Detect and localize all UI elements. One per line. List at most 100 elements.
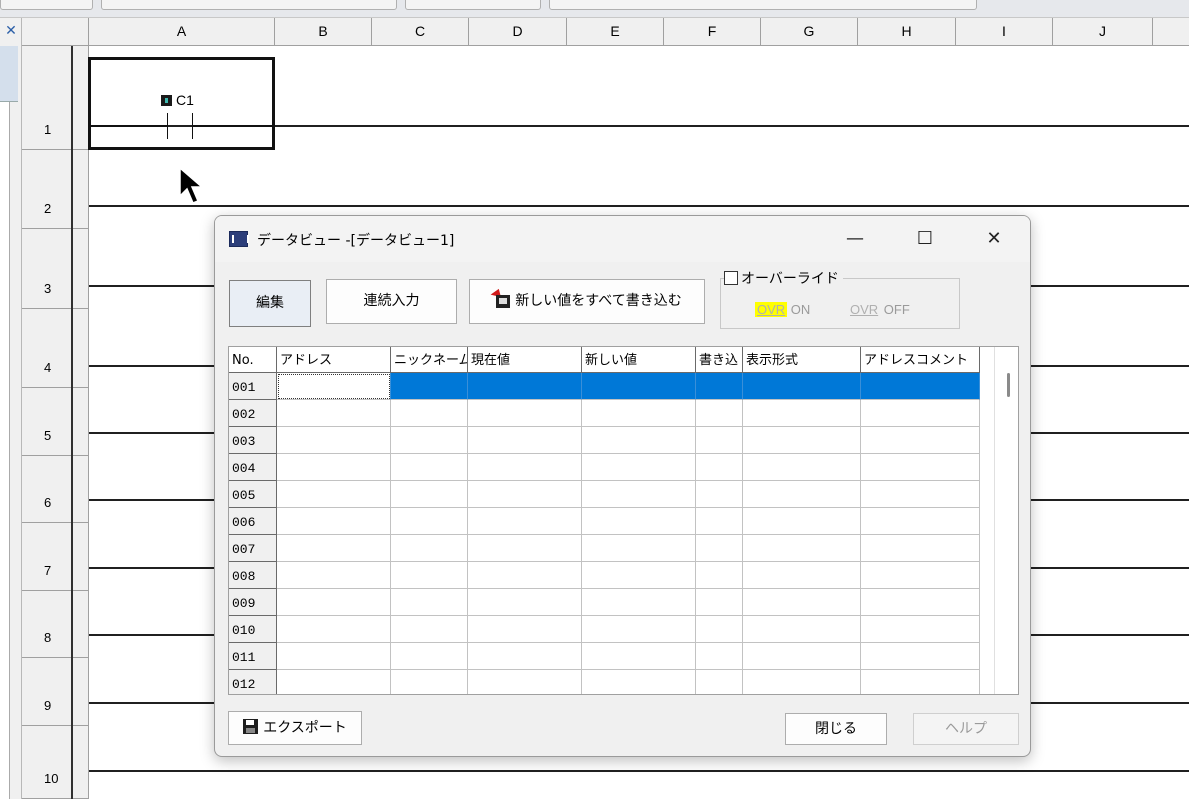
table-row[interactable]: 009 — [229, 589, 980, 616]
table-cell[interactable] — [277, 589, 391, 616]
close-window-button[interactable]: ✕ — [971, 224, 1017, 256]
table-cell[interactable] — [743, 508, 861, 535]
table-cell[interactable] — [277, 454, 391, 481]
ovr-off-button[interactable]: OVR OFF — [848, 302, 910, 317]
table-cell[interactable] — [391, 589, 468, 616]
table-cell[interactable] — [391, 535, 468, 562]
table-cell[interactable] — [391, 562, 468, 589]
row-header-9[interactable]: 9 — [22, 658, 89, 726]
table-cell[interactable] — [696, 535, 743, 562]
table-cell[interactable] — [277, 400, 391, 427]
table-cell[interactable] — [277, 643, 391, 670]
table-cell[interactable] — [582, 616, 696, 643]
row-header-4[interactable]: 4 — [22, 309, 89, 388]
table-cell[interactable] — [696, 508, 743, 535]
table-cell[interactable] — [277, 373, 391, 400]
column-header-address[interactable]: アドレス — [277, 347, 391, 373]
row-header-6[interactable]: 6 — [22, 456, 89, 523]
column-header-g[interactable]: G — [761, 18, 858, 46]
table-cell[interactable] — [861, 508, 980, 535]
table-cell[interactable] — [391, 481, 468, 508]
table-cell[interactable] — [582, 643, 696, 670]
table-cell[interactable] — [743, 589, 861, 616]
row-header-2[interactable]: 2 — [22, 150, 89, 229]
close-button[interactable]: 閉じる — [785, 713, 887, 745]
column-header-address-comment[interactable]: アドレスコメント — [861, 347, 980, 373]
table-cell[interactable] — [743, 562, 861, 589]
table-cell[interactable] — [696, 373, 743, 400]
table-cell[interactable] — [468, 400, 582, 427]
minimize-button[interactable]: — — [832, 224, 878, 256]
table-cell[interactable] — [468, 508, 582, 535]
table-cell[interactable] — [391, 508, 468, 535]
override-checkbox-box[interactable] — [724, 271, 738, 285]
column-header-e[interactable]: E — [567, 18, 664, 46]
column-header-f[interactable]: F — [664, 18, 761, 46]
column-header-no[interactable]: No. — [229, 347, 277, 373]
export-button[interactable]: エクスポート — [228, 711, 362, 745]
column-header-current-value[interactable]: 現在値 — [468, 347, 582, 373]
column-header-h[interactable]: H — [858, 18, 956, 46]
ovr-on-button[interactable]: OVR ON — [755, 302, 810, 317]
table-cell[interactable] — [582, 400, 696, 427]
table-row[interactable]: 012 — [229, 670, 980, 694]
table-cell[interactable] — [582, 454, 696, 481]
toolbar-button-2[interactable] — [101, 0, 397, 10]
table-cell[interactable] — [743, 535, 861, 562]
table-cell[interactable] — [582, 535, 696, 562]
close-pane-icon[interactable]: ✕ — [0, 18, 22, 46]
row-header-8[interactable]: 8 — [22, 591, 89, 658]
table-row[interactable]: 008 — [229, 562, 980, 589]
table-row[interactable]: 004 — [229, 454, 980, 481]
table-cell[interactable] — [582, 427, 696, 454]
table-cell[interactable] — [468, 589, 582, 616]
table-cell[interactable] — [277, 670, 391, 694]
table-cell[interactable] — [468, 535, 582, 562]
row-header-5[interactable]: 5 — [22, 388, 89, 456]
table-cell[interactable] — [277, 427, 391, 454]
table-cell[interactable] — [696, 589, 743, 616]
table-cell[interactable] — [277, 562, 391, 589]
column-header-nickname[interactable]: ニックネーム — [391, 347, 468, 373]
table-cell[interactable] — [861, 481, 980, 508]
row-header-1[interactable]: 1 — [22, 46, 89, 150]
table-cell[interactable] — [696, 670, 743, 694]
column-header-c[interactable]: C — [372, 18, 469, 46]
table-cell[interactable] — [468, 427, 582, 454]
table-cell[interactable] — [861, 454, 980, 481]
table-cell[interactable] — [696, 643, 743, 670]
row-header-7[interactable]: 7 — [22, 523, 89, 591]
dialog-titlebar[interactable]: データビュー -[データビュー1] — ☐ ✕ — [215, 216, 1030, 262]
table-row[interactable]: 003 — [229, 427, 980, 454]
maximize-button[interactable]: ☐ — [902, 224, 948, 256]
table-cell[interactable] — [696, 400, 743, 427]
table-cell[interactable] — [277, 616, 391, 643]
contact-c1[interactable]: C1 — [88, 57, 275, 150]
table-row[interactable]: 001 — [229, 373, 980, 400]
table-cell[interactable] — [582, 670, 696, 694]
table-cell[interactable] — [391, 643, 468, 670]
table-cell[interactable] — [582, 373, 696, 400]
table-cell[interactable] — [861, 535, 980, 562]
help-button[interactable]: ヘルプ — [913, 713, 1019, 745]
table-cell[interactable] — [468, 643, 582, 670]
table-cell[interactable] — [743, 670, 861, 694]
left-pane-tab[interactable] — [0, 46, 18, 102]
table-cell[interactable] — [861, 643, 980, 670]
edit-button[interactable]: 編集 — [229, 280, 311, 327]
table-cell[interactable] — [696, 562, 743, 589]
table-cell[interactable] — [277, 481, 391, 508]
table-cell[interactable] — [743, 373, 861, 400]
table-row[interactable]: 005 — [229, 481, 980, 508]
table-cell[interactable] — [468, 670, 582, 694]
table-cell[interactable] — [468, 616, 582, 643]
toolbar-button-3[interactable] — [405, 0, 541, 10]
table-cell[interactable] — [696, 481, 743, 508]
table-cell[interactable] — [743, 454, 861, 481]
table-cell[interactable] — [696, 454, 743, 481]
table-cell[interactable] — [861, 616, 980, 643]
table-cell[interactable] — [391, 373, 468, 400]
table-cell[interactable] — [861, 373, 980, 400]
table-cell[interactable] — [277, 508, 391, 535]
table-scrollbar-thumb[interactable] — [1007, 373, 1010, 397]
